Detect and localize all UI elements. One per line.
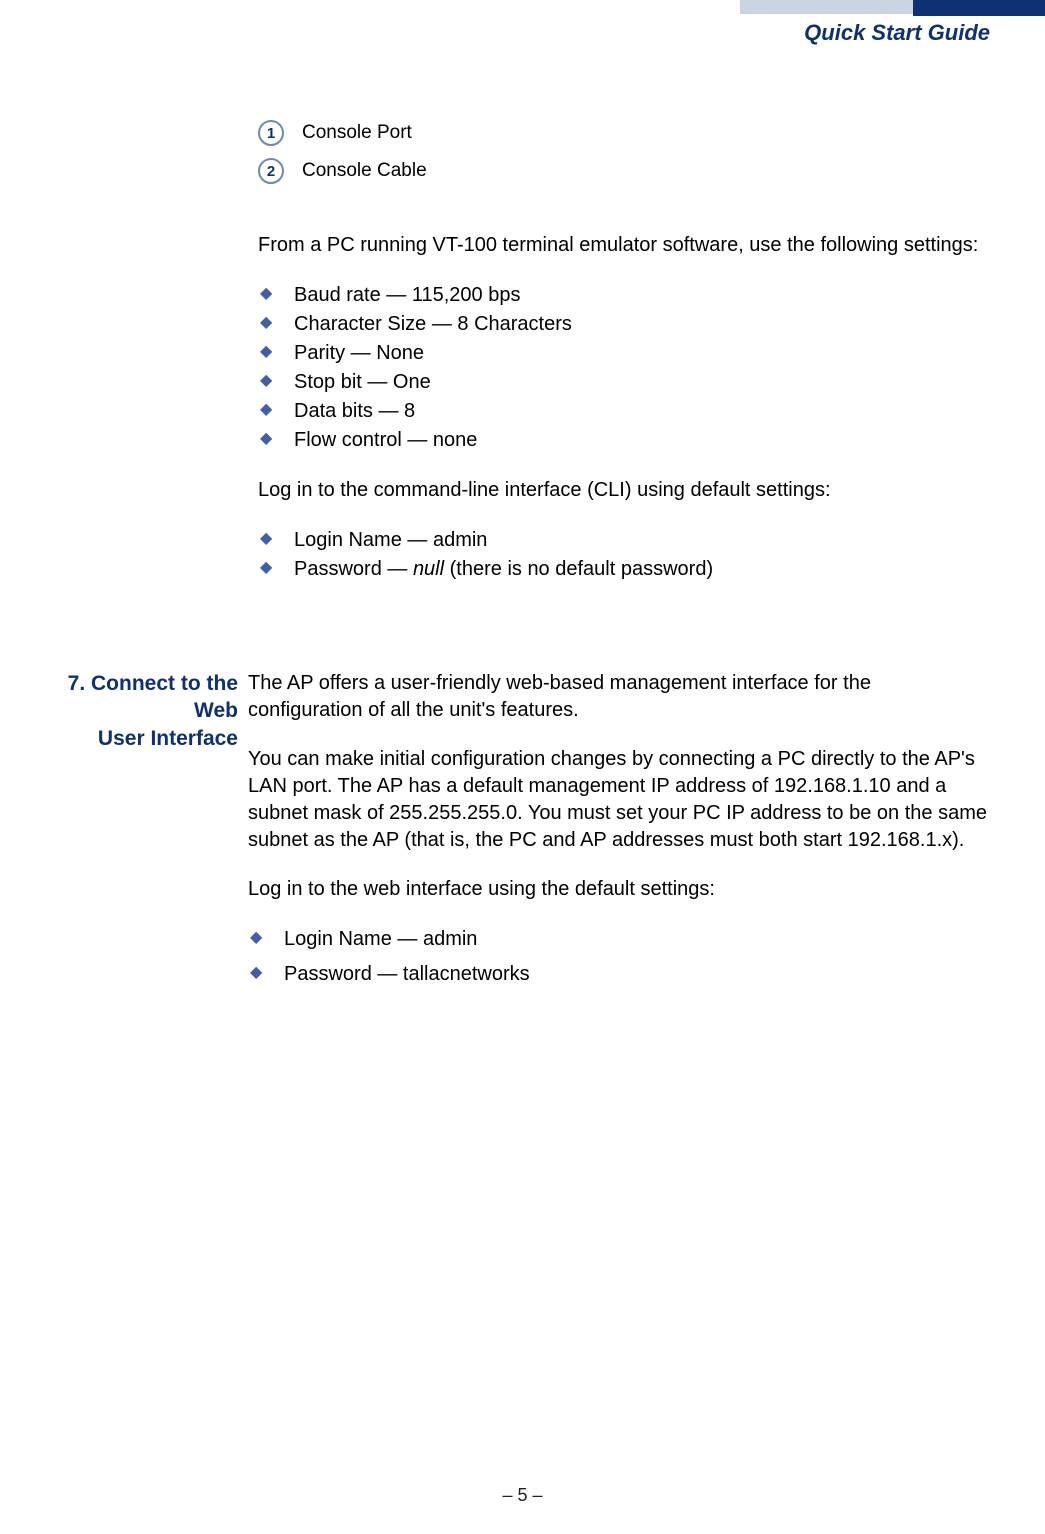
terminal-settings-list: Baud rate — 115,200 bps Character Size —… — [260, 281, 990, 455]
legend-circle-1: 1 — [258, 120, 284, 146]
page-footer: – 5 – — [0, 1485, 1045, 1506]
cli-login-password: Password — null (there is no default pas… — [260, 555, 990, 584]
legend-circle-2: 2 — [258, 158, 284, 184]
setting-databits: Data bits — 8 — [260, 397, 990, 426]
web-login-list: Login Name — admin Password — tallacnetw… — [250, 925, 990, 989]
section-7-body: The AP offers a user-friendly web-based … — [248, 670, 990, 1011]
setting-flowcontrol: Flow control — none — [260, 426, 990, 455]
section-7-row: 7. Connect to the Web User Interface The… — [34, 670, 990, 1011]
header-stripe-light — [740, 0, 915, 14]
sec7-p3: Log in to the web interface using the de… — [248, 876, 990, 903]
legend-row-2: 2 Console Cable — [258, 158, 990, 184]
setting-parity: Parity — None — [260, 339, 990, 368]
intro-cli-login: Log in to the command-line interface (CL… — [258, 477, 990, 504]
main-content: 1 Console Port 2 Console Cable From a PC… — [258, 120, 990, 606]
intro-terminal-settings: From a PC running VT-100 terminal emulat… — [258, 232, 990, 259]
setting-baud: Baud rate — 115,200 bps — [260, 281, 990, 310]
setting-stopbit: Stop bit — One — [260, 368, 990, 397]
sec7-p1: The AP offers a user-friendly web-based … — [248, 670, 990, 724]
web-login-password: Password — tallacnetworks — [250, 960, 990, 989]
sec7-p2: You can make initial configuration chang… — [248, 746, 990, 854]
cli-login-name: Login Name — admin — [260, 526, 990, 555]
section-7-title: 7. Connect to the Web User Interface — [34, 670, 248, 1011]
header-stripe-dark — [913, 0, 1045, 16]
legend-label-1: Console Port — [302, 122, 412, 144]
legend-label-2: Console Cable — [302, 160, 427, 182]
web-login-name: Login Name — admin — [250, 925, 990, 954]
legend-block: 1 Console Port 2 Console Cable — [258, 120, 990, 184]
legend-row-1: 1 Console Port — [258, 120, 990, 146]
setting-charsize: Character Size — 8 Characters — [260, 310, 990, 339]
cli-login-list: Login Name — admin Password — null (ther… — [260, 526, 990, 584]
header-title: Quick Start Guide — [804, 20, 990, 46]
